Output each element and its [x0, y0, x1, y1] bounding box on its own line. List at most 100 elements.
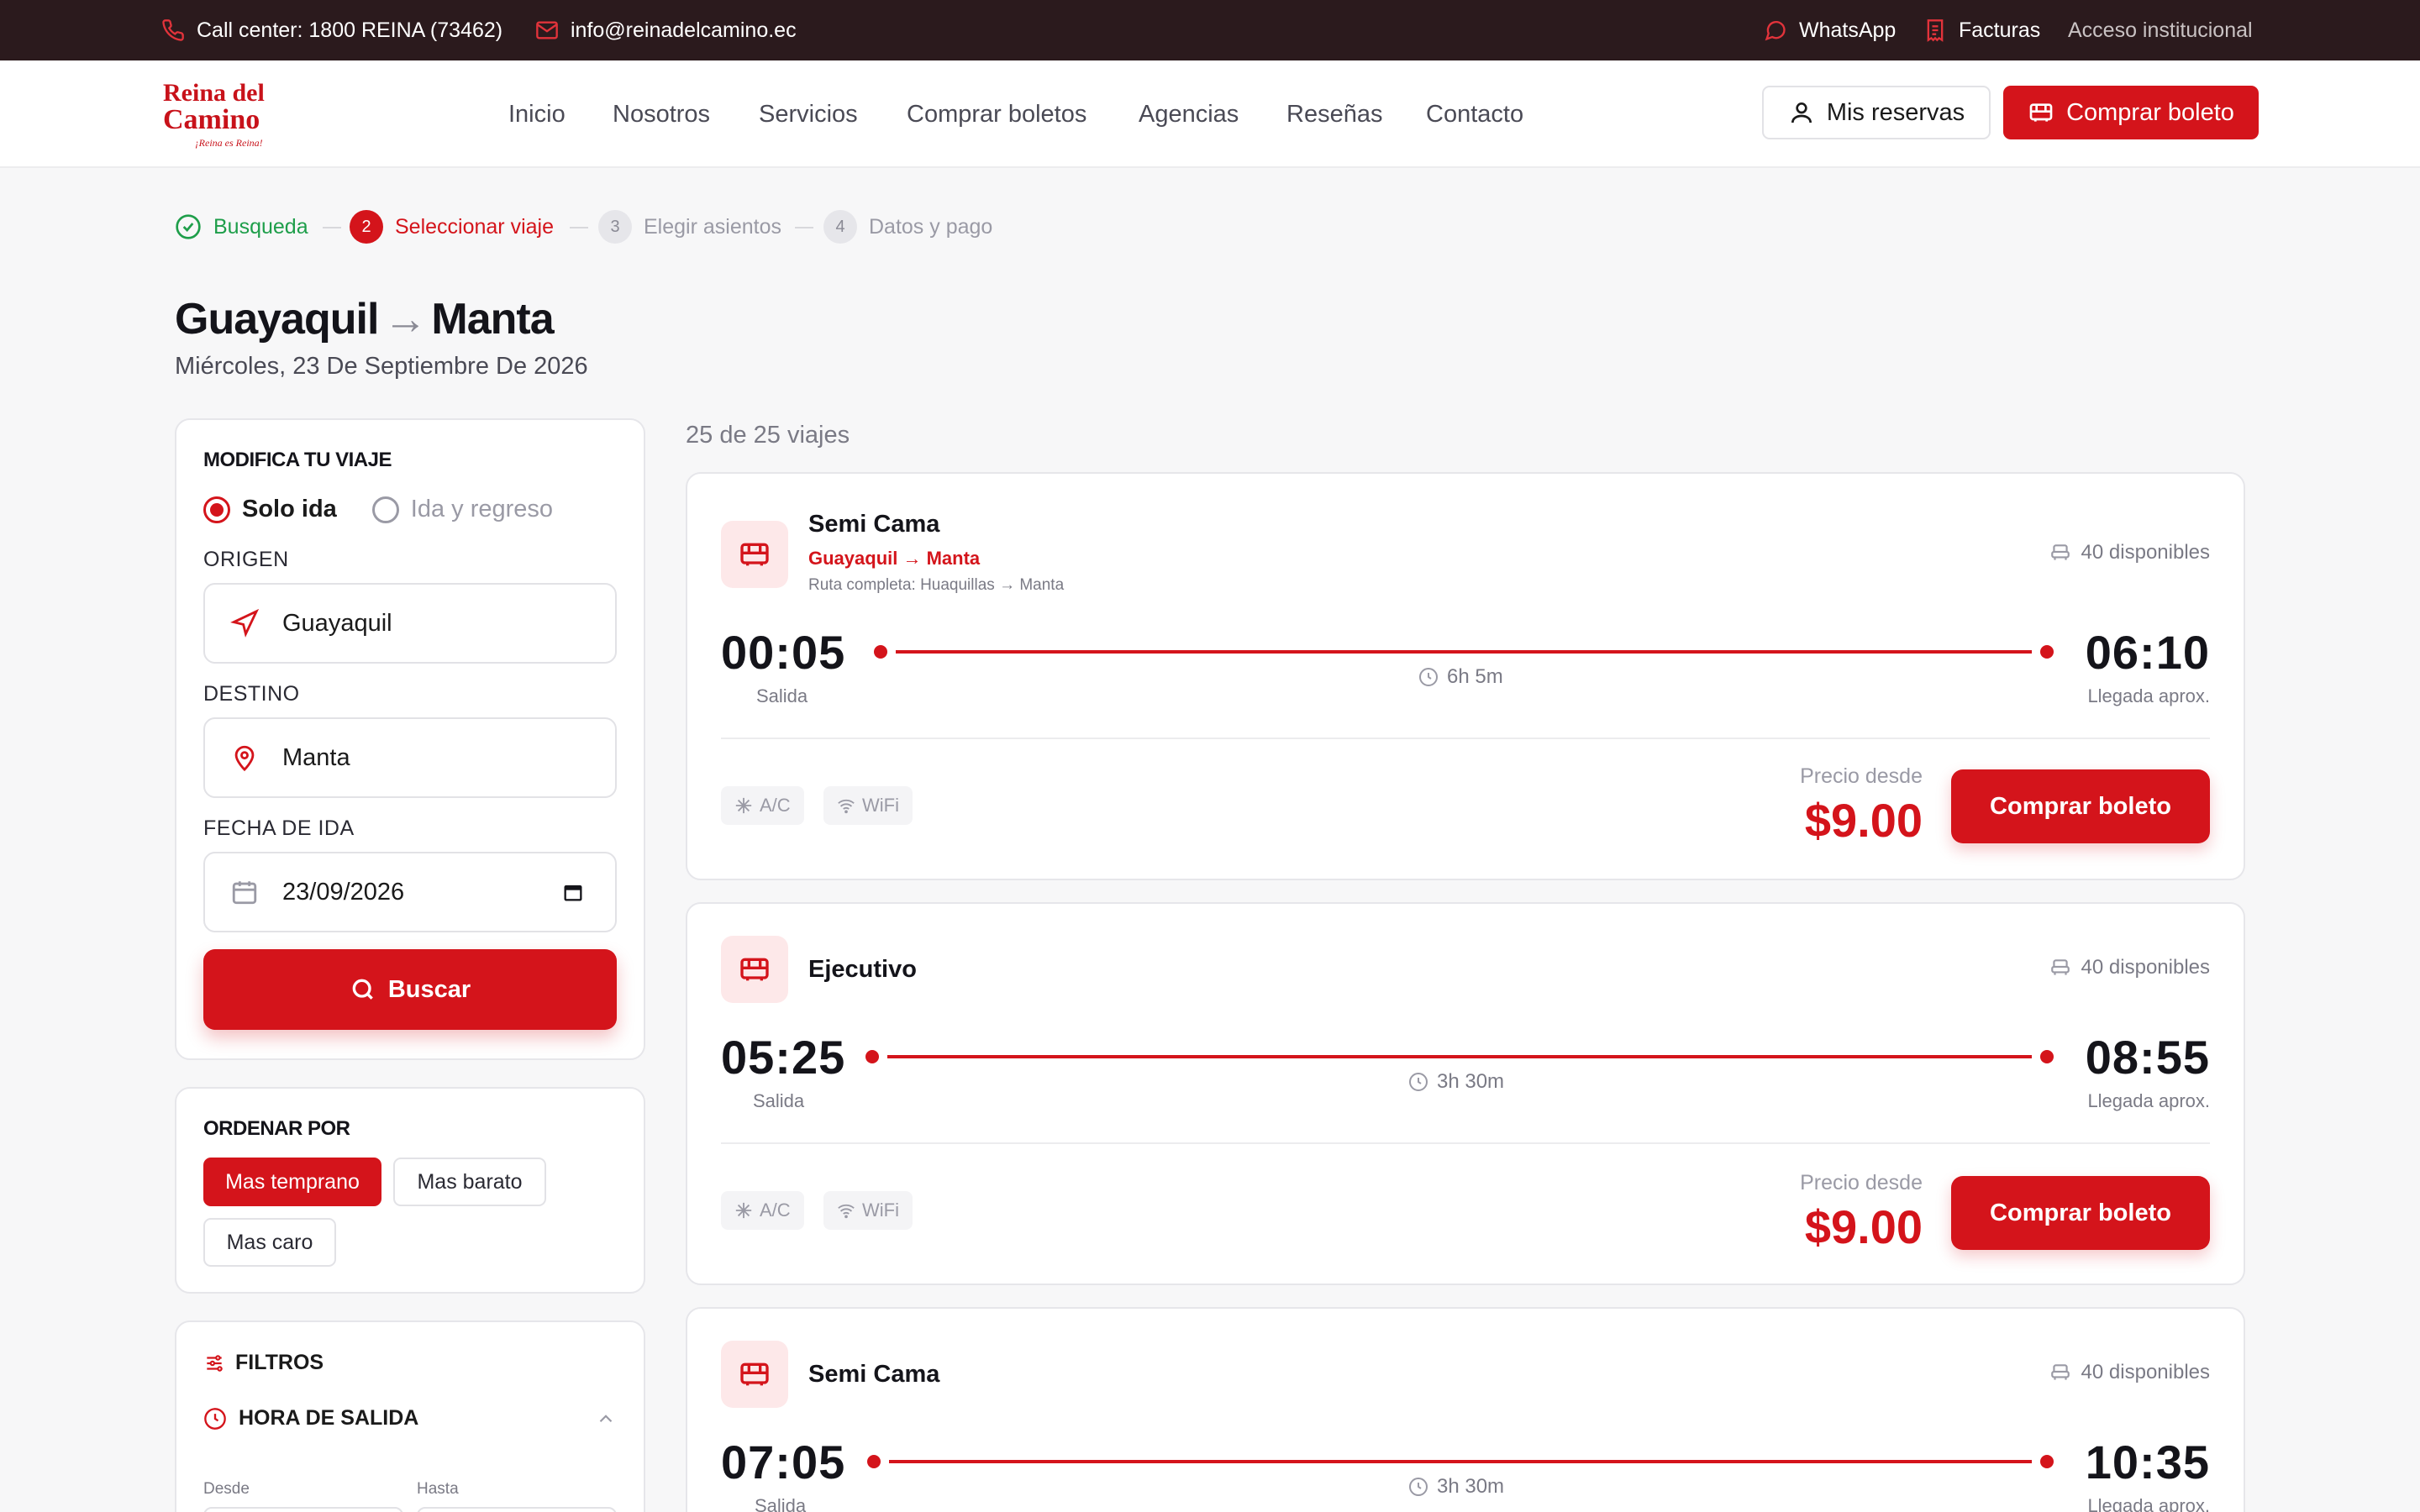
from-label: Desde	[203, 1480, 250, 1498]
nav-inicio[interactable]: Inicio	[508, 60, 566, 168]
nav-servicios[interactable]: Servicios	[759, 60, 858, 168]
modify-title: MODIFICA TU VIAJE	[203, 449, 392, 471]
round-trip-radio[interactable]	[371, 496, 399, 523]
route-line	[889, 1460, 2032, 1463]
calendar-icon	[232, 881, 257, 905]
travel-date: Miércoles, 23 De Septiembre De 2026	[175, 353, 588, 380]
date-value: 23/09/2026	[282, 878, 405, 906]
origin-value: Guayaquil	[282, 609, 392, 637]
buy-ticket-button[interactable]: Comprar boleto	[1951, 769, 2210, 843]
trip-service-type: Semi Cama	[808, 511, 940, 538]
receipt-icon	[1927, 19, 1944, 42]
snowflake-icon	[735, 1202, 752, 1219]
nav-resenas[interactable]: Reseñas	[1286, 60, 1382, 168]
step-number: 4	[823, 210, 857, 244]
step-select-trip-label: Seleccionar viaje	[395, 214, 554, 239]
whatsapp-link[interactable]: WhatsApp	[1764, 0, 1896, 60]
to-time-input[interactable]	[417, 1507, 617, 1512]
step-number: 3	[598, 210, 632, 244]
departure-time-title: HORA DE SALIDA	[239, 1406, 419, 1430]
email-link[interactable]: info@reinadelcamino.ec	[535, 0, 797, 60]
step-choose-seats: 3 Elegir asientos	[598, 210, 781, 244]
step-select-trip: 2 Seleccionar viaje	[350, 210, 554, 244]
departure-label: Salida	[755, 1495, 807, 1512]
buy-ticket-button[interactable]: Comprar boleto	[1951, 1176, 2210, 1250]
price-label: Precio desde	[1800, 764, 1923, 788]
arrival-label: Llegada aprox.	[2087, 685, 2210, 706]
header-buy-ticket-button[interactable]: Comprar boleto	[2003, 86, 2259, 139]
departure-label: Salida	[753, 1090, 805, 1111]
bus-icon	[740, 958, 769, 981]
duration-text: 3h 30m	[1437, 1475, 1505, 1498]
navigation-arrow-icon	[230, 609, 259, 638]
round-trip-label[interactable]: Ida y regreso	[411, 496, 553, 523]
nav-contacto[interactable]: Contacto	[1426, 60, 1523, 168]
card-divider	[721, 1142, 2210, 1144]
search-label: Buscar	[387, 975, 471, 1003]
modify-trip-card: MODIFICA TU VIAJE Solo ida Ida y regreso…	[175, 418, 645, 1060]
step-divider	[570, 227, 588, 228]
sort-most-expensive-chip[interactable]: Mas caro	[203, 1218, 336, 1267]
date-picker-icon[interactable]	[561, 880, 585, 904]
invoices-link[interactable]: Facturas	[1923, 0, 2040, 60]
card-divider	[721, 738, 2210, 739]
route-start-dot	[874, 645, 887, 659]
whatsapp-text: WhatsApp	[1799, 18, 1897, 42]
destination-value: Manta	[282, 743, 350, 771]
origin-label: ORIGEN	[203, 548, 289, 571]
sort-cheapest-chip[interactable]: Mas barato	[393, 1158, 546, 1206]
my-reservations-button[interactable]: Mis reservas	[1762, 86, 1991, 139]
origin-field[interactable]: Guayaquil	[203, 583, 617, 664]
chevron-up-icon[interactable]	[595, 1408, 617, 1430]
seat-icon	[2050, 544, 2070, 560]
step-search[interactable]: Busqueda	[175, 210, 308, 244]
bus-icon-badge	[721, 936, 788, 1003]
bus-icon	[2029, 103, 2053, 122]
call-center[interactable]: Call center: 1800 REINA (73462)	[161, 0, 502, 60]
clock-icon	[204, 1407, 226, 1430]
one-way-label[interactable]: Solo ida	[242, 496, 337, 523]
step-search-label: Busqueda	[213, 214, 308, 239]
main-header: Reina del Camino ¡Reina es Reina! Inicio…	[0, 60, 2420, 168]
from-time-input[interactable]	[203, 1507, 403, 1512]
trip-full-route: Ruta completa: Huaquillas → Manta	[808, 576, 1065, 594]
chat-bubble-icon	[1765, 21, 1786, 41]
route-end-dot	[2040, 1050, 2054, 1063]
invoices-text: Facturas	[1959, 18, 2041, 42]
nav-agencias[interactable]: Agencias	[1139, 60, 1239, 168]
step-divider	[323, 227, 341, 228]
phone-text: Call center: 1800 REINA (73462)	[197, 18, 503, 42]
bus-icon-badge	[721, 521, 788, 588]
institutional-link[interactable]: Acceso institucional	[2068, 0, 2253, 60]
trip-duration: 3h 30m	[1408, 1070, 1504, 1094]
destination-field[interactable]: Manta	[203, 717, 617, 798]
header-buy-ticket-label: Comprar boleto	[2066, 98, 2234, 126]
filters-card: FILTROS HORA DE SALIDA Desde Hasta	[175, 1320, 645, 1512]
check-circle-icon	[176, 214, 201, 239]
amenity-wifi: WiFi	[823, 786, 913, 825]
map-pin-icon	[234, 745, 255, 772]
search-button[interactable]: Buscar	[203, 949, 617, 1030]
seat-icon	[2050, 959, 2070, 975]
reina-del-camino-logo[interactable]: Reina del Camino ¡Reina es Reina!	[163, 81, 274, 150]
sort-earliest-chip[interactable]: Mas temprano	[203, 1158, 381, 1206]
nav-nosotros[interactable]: Nosotros	[613, 60, 710, 168]
seats-available: 40 disponibles	[2049, 541, 2210, 564]
phone-icon	[162, 19, 184, 41]
nav-comprar-boletos[interactable]: Comprar boletos	[907, 60, 1086, 168]
trip-duration: 6h 5m	[1418, 665, 1503, 689]
title-arrow: →	[383, 295, 427, 344]
date-field[interactable]: 23/09/2026	[203, 852, 617, 932]
mail-icon	[536, 21, 558, 39]
departure-time-section[interactable]: HORA DE SALIDA	[203, 1406, 617, 1431]
route-end-dot	[2040, 645, 2054, 659]
trip-route: Guayaquil → Manta	[808, 548, 981, 569]
seat-icon	[2050, 1364, 2070, 1380]
price-value: $9.00	[1804, 794, 1923, 847]
seats-text: 40 disponibles	[2081, 1361, 2210, 1383]
amenity-wifi-label: WiFi	[862, 1200, 899, 1221]
departure-label: Salida	[756, 685, 808, 706]
one-way-radio[interactable]	[203, 496, 230, 523]
amenity-ac-label: A/C	[760, 1200, 791, 1221]
sort-card: ORDENAR POR Mas temprano Mas barato Mas …	[175, 1087, 645, 1294]
